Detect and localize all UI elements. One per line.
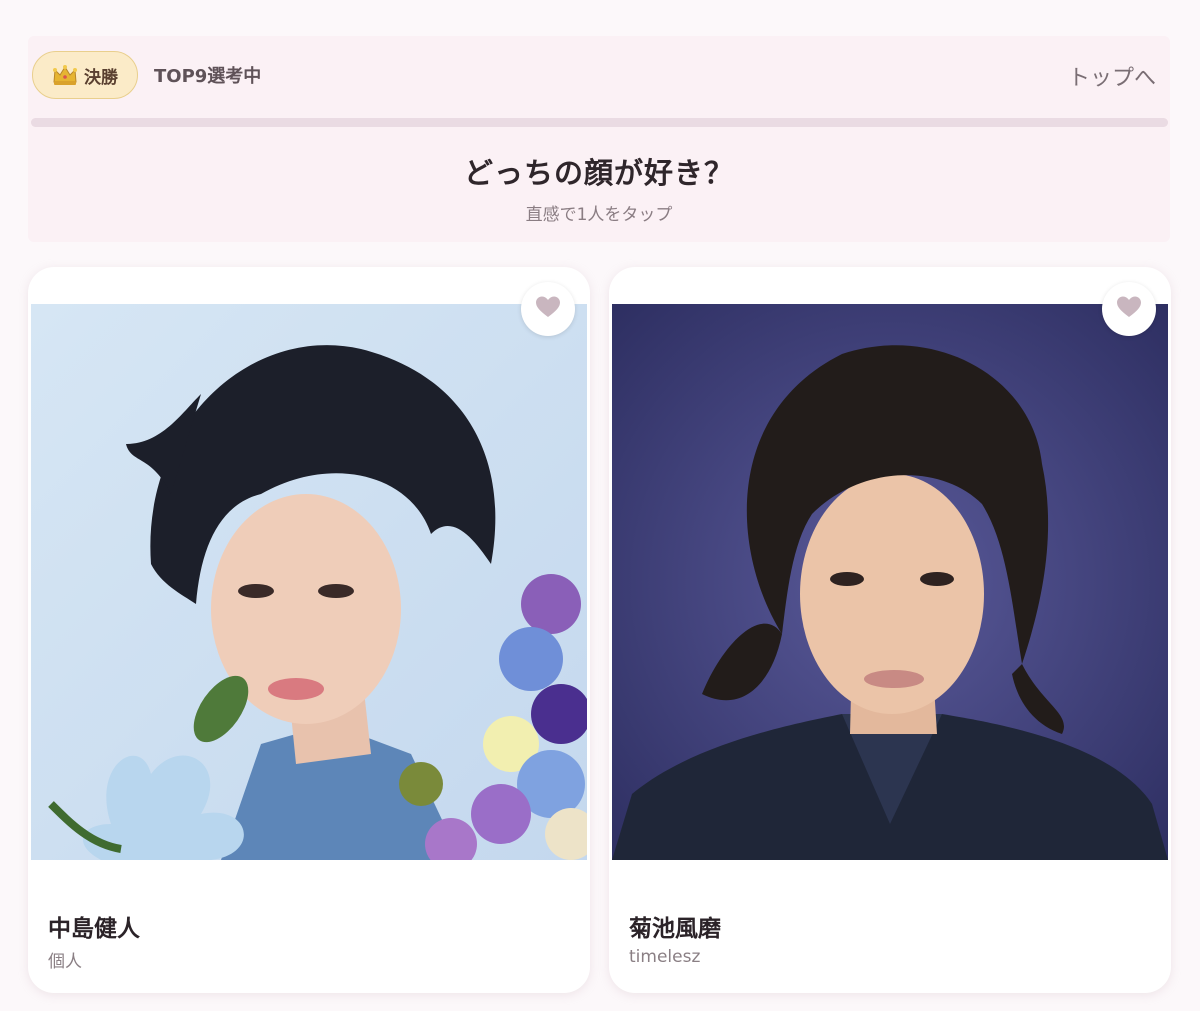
candidate-group: 個人 [48, 952, 82, 972]
candidate-name: 中島健人 [48, 916, 140, 942]
favorite-button-1[interactable] [521, 282, 575, 336]
heart-icon [536, 296, 560, 322]
favorite-button-2[interactable] [1102, 282, 1156, 336]
page: 決勝 TOP9選考中 トップへ どっちの顔が好き？ 直感で1人をタップ 中島健人… [0, 0, 1200, 1011]
round-badge: 決勝 [32, 51, 138, 99]
candidate-card-2[interactable]: 菊池風磨 timelesz [609, 267, 1171, 993]
candidate-photo-2 [612, 304, 1168, 860]
question-title: どっちの顔が好き？ [463, 156, 734, 190]
candidate-name: 菊池風磨 [629, 916, 721, 942]
progress-bar [31, 118, 1168, 127]
top-link[interactable]: トップへ [1068, 60, 1156, 92]
header-panel: 決勝 TOP9選考中 トップへ どっちの顔が好き？ 直感で1人をタップ [28, 36, 1170, 242]
crown-icon [52, 64, 78, 86]
selection-status: TOP9選考中 [154, 66, 262, 87]
round-label: 決勝 [84, 67, 118, 88]
candidate-group: timelesz [629, 947, 701, 967]
candidate-card-1[interactable]: 中島健人 個人 [28, 267, 590, 993]
question-hint: 直感で1人をタップ [525, 205, 673, 225]
progress-fill [31, 118, 1168, 127]
heart-icon [1117, 296, 1141, 322]
candidate-photo-1 [31, 304, 587, 860]
